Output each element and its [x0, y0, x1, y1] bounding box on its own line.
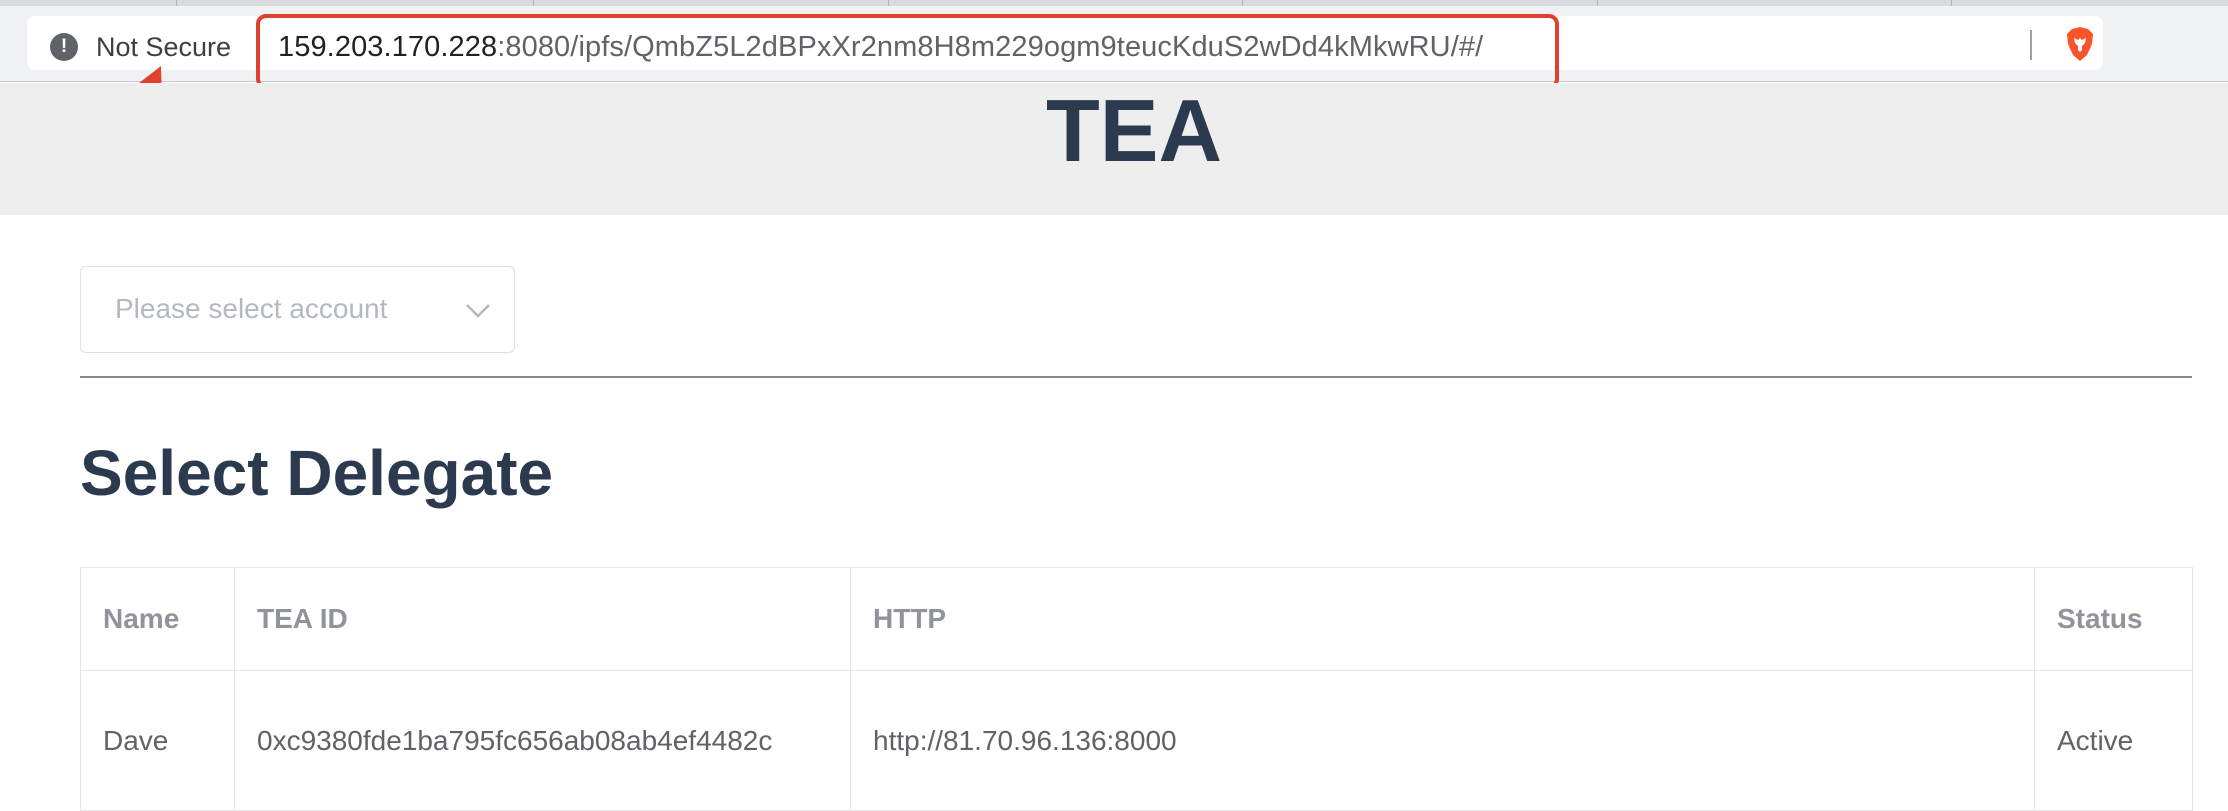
column-header-status: Status — [2034, 567, 2193, 671]
account-select-placeholder: Please select account — [115, 293, 388, 324]
cell-http: http://81.70.96.136:8000 — [850, 670, 2035, 811]
chevron-down-icon — [466, 304, 490, 318]
info-icon[interactable]: ! — [50, 33, 78, 61]
table-header-row: Name TEA ID HTTP Status — [80, 567, 2193, 671]
brave-lion-icon[interactable] — [2065, 26, 2095, 62]
table-row[interactable]: Dave 0xc9380fde1ba795fc656ab08ab4ef4482c… — [80, 670, 2193, 811]
delegate-table: Name TEA ID HTTP Status Dave 0xc9380fde1… — [80, 567, 2193, 811]
brand-title: TEA — [1046, 81, 1222, 180]
cell-status: Active — [2034, 670, 2193, 811]
divider — [80, 376, 2192, 378]
cell-tea-id: 0xc9380fde1ba795fc656ab08ab4ef4482c — [234, 670, 851, 811]
address-bar-divider — [2030, 30, 2032, 60]
column-header-name: Name — [80, 567, 235, 671]
section-title: Select Delegate — [80, 437, 554, 509]
security-indicator[interactable]: Not Secure — [96, 30, 231, 64]
account-select[interactable]: Please select account — [80, 266, 515, 353]
cell-name: Dave — [80, 670, 235, 811]
url-highlight-annotation — [256, 14, 1559, 89]
column-header-http: HTTP — [850, 567, 2035, 671]
page-header: TEA — [0, 83, 2228, 215]
column-header-tea-id: TEA ID — [234, 567, 851, 671]
